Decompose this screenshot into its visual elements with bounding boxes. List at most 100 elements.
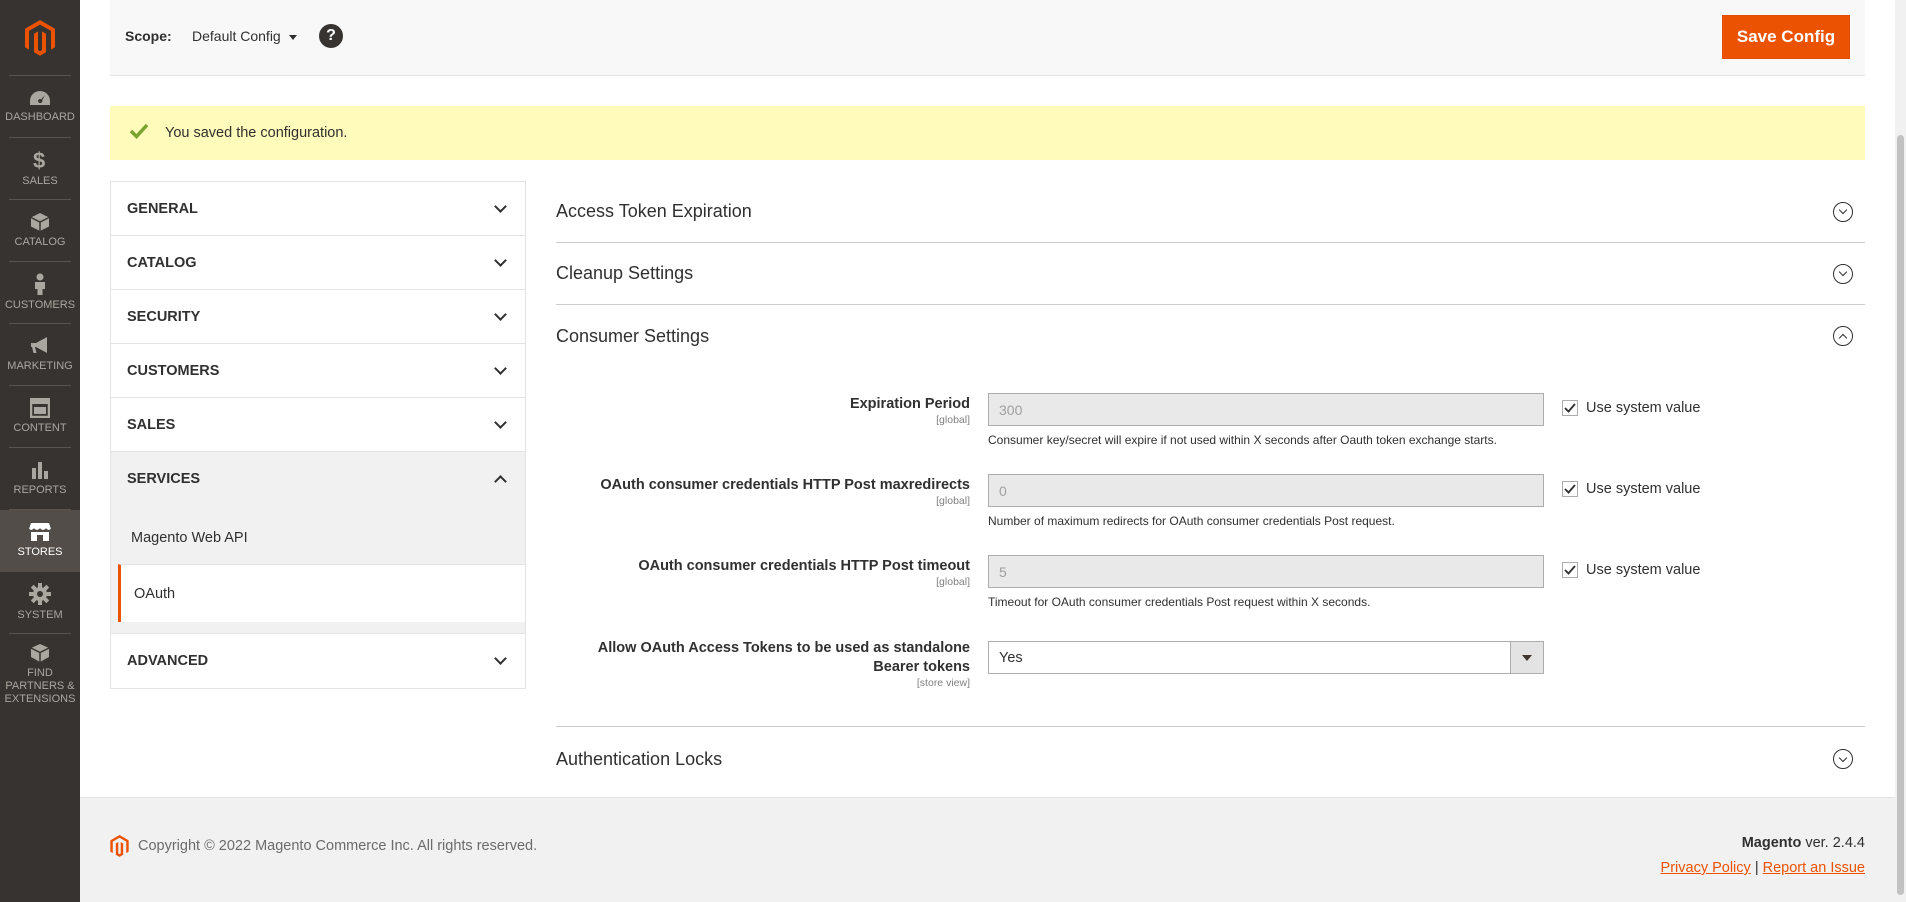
magento-logo-icon — [110, 835, 129, 857]
nav-sales[interactable]: $ SALES — [9, 138, 71, 200]
tab-label: GENERAL — [127, 200, 198, 217]
consumer-settings-fields: Expiration Period [global] 300 Consumer … — [556, 367, 1865, 727]
nav-marketing[interactable]: MARKETING — [7, 324, 73, 386]
nav-label: MARKETING — [7, 360, 73, 372]
use-system-value-timeout[interactable]: Use system value — [1562, 562, 1700, 578]
nav-catalog[interactable]: CATALOG — [9, 200, 71, 262]
checkbox-label: Use system value — [1586, 562, 1701, 578]
nav-label: CATALOG — [14, 236, 66, 248]
tab-general[interactable]: GENERAL — [111, 182, 525, 236]
svg-text:$: $ — [33, 149, 45, 171]
magento-logo[interactable] — [9, 0, 71, 76]
chevron-down-icon — [288, 35, 297, 40]
use-system-value-expiration[interactable]: Use system value — [1562, 400, 1700, 416]
section-title: Authentication Locks — [556, 748, 723, 769]
checkbox-label: Use system value — [1586, 400, 1701, 416]
section-consumer-settings[interactable]: Consumer Settings — [556, 305, 1865, 367]
section-access-token-expiration[interactable]: Access Token Expiration — [556, 181, 1865, 243]
report-issue-link[interactable]: Report an Issue — [1763, 860, 1865, 876]
scope-label: Scope: — [125, 28, 172, 44]
expiration-period-input[interactable]: 300 — [988, 393, 1544, 426]
tab-item-magento-web-api[interactable]: Magento Web API — [111, 506, 525, 564]
magento-logo-icon — [25, 19, 55, 56]
chevron-circle-down-icon — [1833, 749, 1853, 769]
tab-label: CUSTOMERS — [127, 362, 220, 379]
tab-services[interactable]: SERVICES — [111, 452, 525, 506]
checkbox-label: Use system value — [1586, 481, 1701, 497]
field-label-text: OAuth consumer credentials HTTP Post tim… — [638, 558, 970, 574]
nav-label: FIND PARTNERS & EXTENSIONS — [4, 666, 76, 705]
bearer-tokens-select[interactable]: Yes — [988, 641, 1544, 674]
chevron-down-icon[interactable] — [1510, 642, 1543, 673]
layout-icon — [30, 398, 50, 418]
tab-item-oauth[interactable]: OAuth — [118, 564, 525, 622]
page-scrollbar[interactable] — [1895, 0, 1906, 902]
chevron-circle-down-icon — [1833, 263, 1853, 284]
checkbox-checked-icon[interactable] — [1562, 400, 1578, 416]
success-message: You saved the configuration. — [110, 106, 1865, 160]
nav-label: DASHBOARD — [5, 111, 75, 123]
chevron-down-icon — [494, 253, 507, 267]
scrollbar-thumb[interactable] — [1897, 135, 1904, 895]
section-title: Consumer Settings — [556, 325, 710, 346]
tab-security[interactable]: SECURITY — [111, 290, 525, 344]
megaphone-icon — [31, 337, 47, 353]
save-config-button[interactable]: Save Config — [1722, 15, 1850, 59]
checkbox-checked-icon[interactable] — [1562, 562, 1578, 578]
tab-label: ADVANCED — [127, 653, 209, 669]
chevron-down-icon — [494, 652, 507, 665]
privacy-policy-link[interactable]: Privacy Policy — [1661, 860, 1751, 876]
nav-label: CONTENT — [13, 422, 67, 434]
nav-label: SALES — [22, 175, 58, 187]
nav-customers[interactable]: CUSTOMERS — [5, 262, 75, 324]
chevron-down-icon — [494, 307, 507, 321]
nav-stores[interactable]: STORES — [0, 510, 80, 572]
tab-label: SECURITY — [127, 308, 201, 325]
field-note: Timeout for OAuth consumer credentials P… — [988, 595, 1371, 609]
field-label-text: Expiration Period — [849, 396, 970, 412]
checkbox-checked-icon[interactable] — [1562, 481, 1578, 497]
field-label-text: Allow OAuth Access Tokens to be used as … — [597, 640, 970, 675]
chevron-up-icon — [494, 475, 507, 488]
divider — [111, 622, 525, 634]
version-info: Magento ver. 2.4.4 — [1742, 835, 1865, 851]
tab-label: CATALOG — [127, 254, 197, 271]
section-authentication-locks[interactable]: Authentication Locks — [556, 727, 1865, 791]
field-label: Allow OAuth Access Tokens to be used as … — [550, 639, 970, 689]
field-label-text: OAuth consumer credentials HTTP Post max… — [600, 477, 970, 493]
link-separator: | — [1754, 860, 1759, 876]
tab-catalog[interactable]: CATALOG — [111, 236, 525, 290]
nav-label: REPORTS — [13, 484, 67, 496]
nav-content[interactable]: CONTENT — [9, 386, 71, 448]
scope-tag: [global] — [936, 414, 970, 426]
tab-sales[interactable]: SALES — [111, 398, 525, 452]
section-cleanup-settings[interactable]: Cleanup Settings — [556, 243, 1865, 305]
field-label: Expiration Period [global] — [550, 395, 970, 426]
page-footer: Copyright © 2022 Magento Commerce Inc. A… — [80, 797, 1906, 902]
field-note: Number of maximum redirects for OAuth co… — [988, 514, 1395, 528]
scope-value: Default Config — [192, 28, 281, 44]
gear-icon — [29, 583, 51, 605]
scope-switcher[interactable]: Default Config — [192, 28, 297, 44]
copyright: Copyright © 2022 Magento Commerce Inc. A… — [110, 835, 537, 857]
brand-name: Magento — [1741, 835, 1802, 851]
help-icon[interactable]: ? — [319, 24, 343, 48]
tab-customers[interactable]: CUSTOMERS — [111, 344, 525, 398]
timeout-input[interactable]: 5 — [988, 555, 1544, 588]
nav-dashboard[interactable]: DASHBOARD — [5, 76, 75, 138]
maxredirects-input[interactable]: 0 — [988, 474, 1544, 507]
select-value: Yes — [999, 649, 1023, 666]
use-system-value-maxredirects[interactable]: Use system value — [1562, 481, 1700, 497]
nav-label: CUSTOMERS — [4, 299, 76, 311]
tab-advanced[interactable]: ADVANCED — [111, 634, 525, 688]
scope-tag: [global] — [936, 576, 970, 588]
nav-system[interactable]: SYSTEM — [9, 572, 71, 634]
nav-find-partners[interactable]: FIND PARTNERS & EXTENSIONS — [5, 634, 75, 714]
nav-reports[interactable]: REPORTS — [9, 448, 71, 510]
config-sections: Access Token Expiration Cleanup Settings… — [556, 181, 1865, 791]
message-text: You saved the configuration. — [165, 125, 348, 141]
field-label: OAuth consumer credentials HTTP Post tim… — [550, 557, 970, 588]
chevron-down-icon — [494, 199, 507, 213]
copyright-text: Copyright © 2022 Magento Commerce Inc. A… — [138, 838, 538, 854]
footer-links: Privacy Policy | Report an Issue — [1661, 860, 1865, 876]
